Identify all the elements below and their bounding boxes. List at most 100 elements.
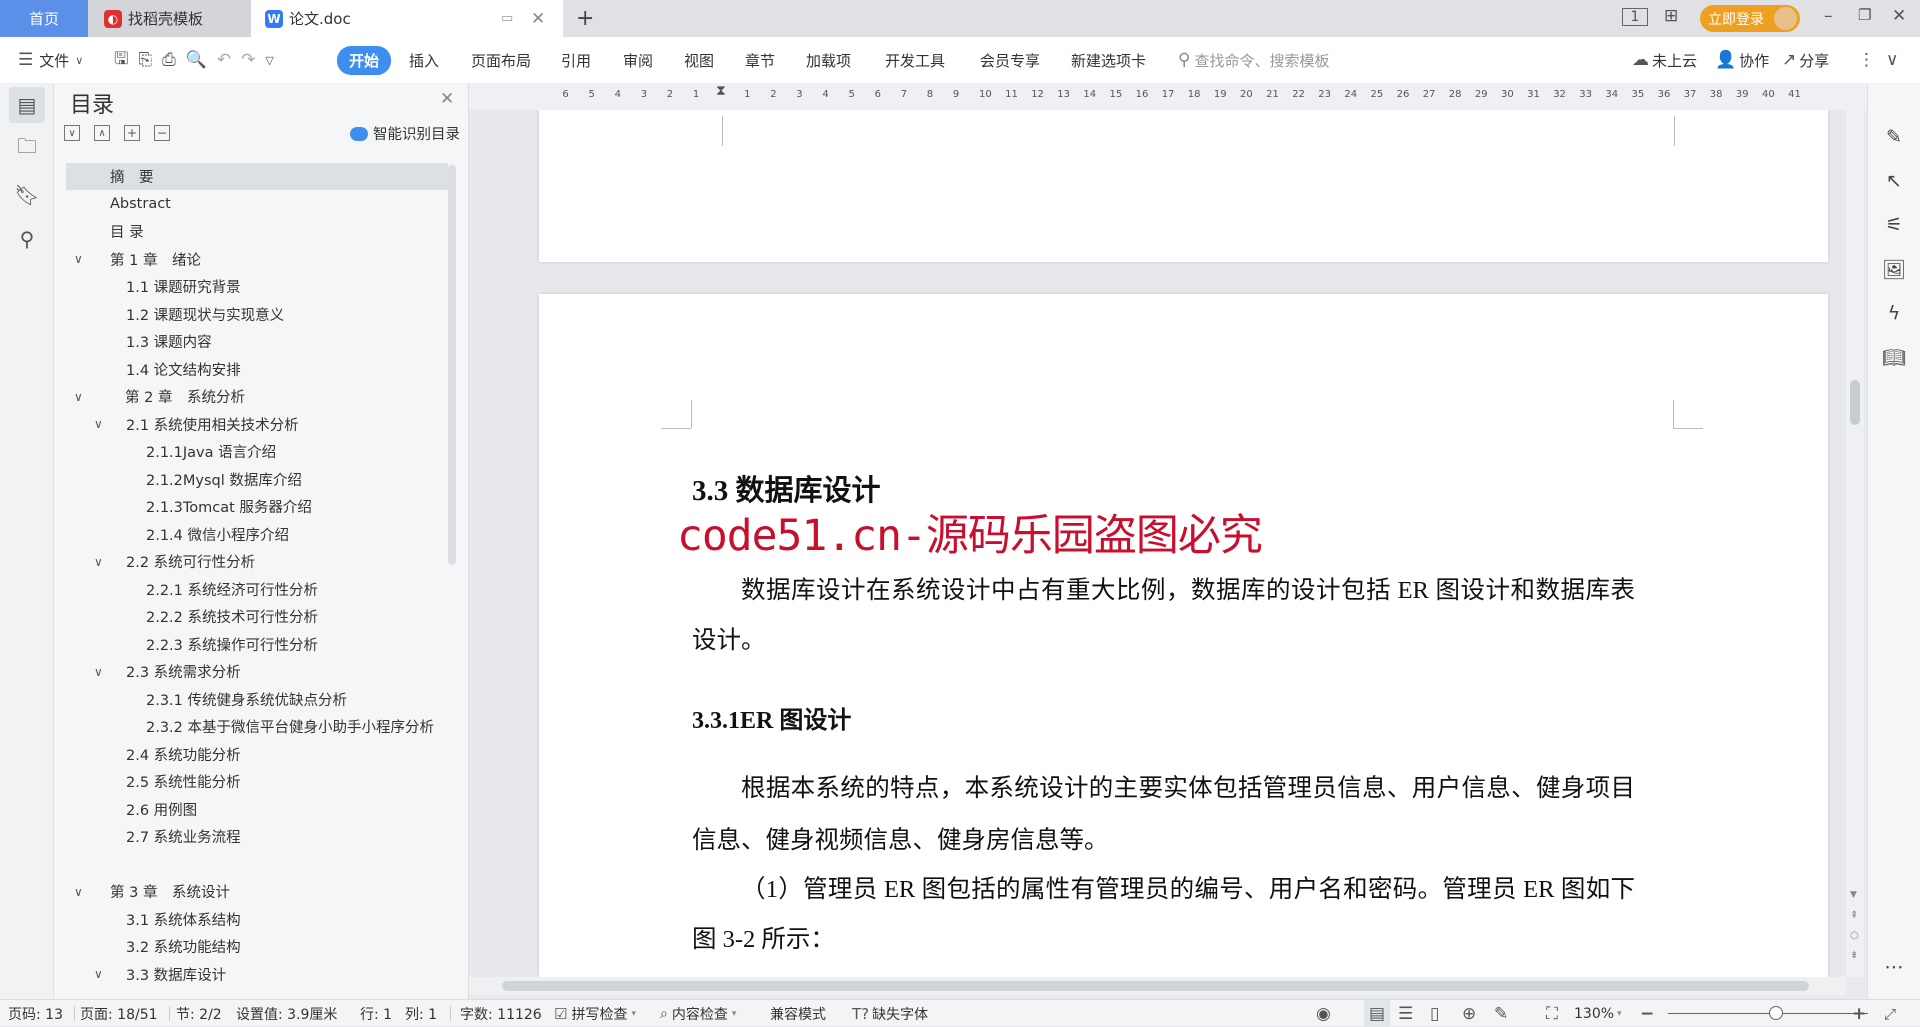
- horizontal-ruler[interactable]: 6 5 4 3 2 1 1 2 3 4 5 6 7 8 9 10 11 12 13 14 15 16 17 18 19 20 21 2…: [469, 83, 1867, 110]
- toc-item[interactable]: ∨ 第 2 章 系统分析: [66, 383, 448, 410]
- menu-developer[interactable]: 开发工具: [885, 37, 945, 83]
- menu-view[interactable]: 视图: [684, 37, 714, 83]
- share-button[interactable]: ↗ 分享: [1782, 37, 1829, 83]
- toc-item[interactable]: 2.5 系统性能分析: [66, 768, 448, 795]
- web-view-icon[interactable]: ⊕: [1462, 1000, 1476, 1027]
- minimize-icon[interactable]: –: [1824, 6, 1833, 26]
- save-icon[interactable]: 🖫: [114, 46, 128, 75]
- menu-references[interactable]: 引用: [561, 37, 591, 83]
- toc-item[interactable]: 2.3.1 传统健身系统优缺点分析: [66, 686, 448, 713]
- toc-item[interactable]: 3.1 系统体系结构: [66, 906, 448, 933]
- login-button[interactable]: 立即登录: [1700, 5, 1800, 32]
- toc-item[interactable]: ∨ 3.3 数据库设计: [66, 961, 448, 988]
- pin-icon[interactable]: ▭: [501, 11, 513, 26]
- collapse-ribbon-button[interactable]: ∨: [1886, 37, 1898, 83]
- prev-page-icon[interactable]: ⇞: [1850, 910, 1858, 921]
- collapse-all-icon[interactable]: ∧: [94, 125, 110, 141]
- toc-item[interactable]: 2.1.4 微信小程序介绍: [66, 521, 448, 548]
- layout-icon[interactable]: 1: [1622, 8, 1648, 26]
- book-icon[interactable]: 📖︎: [1880, 343, 1908, 371]
- toc-item[interactable]: 2.7 系统业务流程: [66, 823, 448, 850]
- expand-chevron-icon[interactable]: ∨: [94, 417, 103, 431]
- document-canvas[interactable]: 3.3 数据库设计 code51.cn-源码乐园盗图必究 数据库设计在系统设计中…: [469, 110, 1846, 977]
- toc-item[interactable]: ∨ 2.2 系统可行性分析: [66, 548, 448, 575]
- page-view-icon[interactable]: ▤: [1364, 1000, 1390, 1027]
- zoom-in-icon[interactable]: +: [1852, 1000, 1866, 1027]
- expand-chevron-icon[interactable]: ∨: [74, 885, 83, 899]
- file-menu[interactable]: ☰ 文件 ∨: [18, 37, 83, 83]
- toc-item[interactable]: 1.2 课题现状与实现意义: [66, 301, 448, 328]
- close-tab-icon[interactable]: ✕: [531, 9, 545, 29]
- smart-toc-button[interactable]: 智能识别目录: [350, 123, 460, 144]
- redo-icon[interactable]: ↷: [241, 50, 255, 70]
- toc-item[interactable]: ∨ 第 1 章 绪论: [66, 246, 448, 273]
- toc-panel-icon[interactable]: ▤: [9, 87, 45, 123]
- add-heading-icon[interactable]: +: [124, 125, 140, 141]
- vertical-scrollbar[interactable]: ▼ ⇞ ○ ⇟: [1846, 110, 1864, 977]
- cursor-icon[interactable]: ↖: [1880, 167, 1908, 195]
- tab-home[interactable]: 首页: [0, 0, 88, 37]
- menu-addins[interactable]: 加载项: [806, 37, 851, 83]
- expand-chevron-icon[interactable]: ∨: [94, 555, 103, 569]
- tab-templates[interactable]: ◐ 找稻壳模板: [88, 0, 251, 37]
- horizontal-scrollbar[interactable]: [469, 977, 1846, 995]
- print-preview-icon[interactable]: 🔍: [186, 50, 207, 70]
- missing-font-button[interactable]: T? 缺失字体: [852, 1000, 928, 1027]
- toc-item[interactable]: ∨ 2.3 系统需求分析: [66, 658, 448, 685]
- print-icon[interactable]: ⎙: [162, 50, 176, 70]
- menu-insert[interactable]: 插入: [409, 37, 439, 83]
- collab-button[interactable]: 👤 协作: [1715, 37, 1769, 83]
- outline-view-icon[interactable]: ☰: [1398, 1000, 1413, 1027]
- toc-item[interactable]: ∨ 2.1 系统使用相关技术分析: [66, 411, 448, 438]
- expand-chevron-icon[interactable]: ∨: [94, 665, 103, 679]
- lightning-icon[interactable]: ϟ: [1880, 299, 1908, 327]
- menu-start[interactable]: 开始: [337, 37, 392, 83]
- toc-scrollbar[interactable]: [448, 165, 456, 565]
- content-check-button[interactable]: ⌕ 内容检查 ▾: [660, 1000, 736, 1027]
- expand-all-icon[interactable]: ∨: [64, 125, 80, 141]
- menu-member[interactable]: 会员专享: [980, 37, 1040, 83]
- toc-item[interactable]: 1.4 论文结构安排: [66, 356, 448, 383]
- restore-icon[interactable]: ❐: [1858, 6, 1871, 24]
- expand-chevron-icon[interactable]: ∨: [74, 252, 83, 266]
- zoom-slider[interactable]: [1668, 1006, 1868, 1020]
- toc-item[interactable]: 2.1.3Tomcat 服务器介绍: [66, 493, 448, 520]
- bookmark-icon[interactable]: 🔖︎: [9, 177, 45, 213]
- zoom-out-icon[interactable]: −: [1640, 1000, 1654, 1027]
- indent-marker[interactable]: ⧗: [716, 83, 726, 99]
- toc-item[interactable]: 2.1.2Mysql 数据库介绍: [66, 466, 448, 493]
- remove-heading-icon[interactable]: −: [154, 125, 170, 141]
- cloud-status-button[interactable]: ☁ 未上云: [1632, 37, 1697, 83]
- toc-item[interactable]: 2.3.2 本基于微信平台健身小助手小程序分析: [66, 713, 448, 740]
- toc-item[interactable]: 3.2 系统功能结构: [66, 933, 448, 960]
- toc-item[interactable]: 2.4 系统功能分析: [66, 741, 448, 768]
- next-page-icon[interactable]: ⇟: [1850, 950, 1858, 961]
- sliders-icon[interactable]: ⚟: [1880, 211, 1908, 239]
- toc-item[interactable]: 2.2.2 系统技术可行性分析: [66, 603, 448, 630]
- apps-grid-icon[interactable]: ⊞: [1664, 6, 1678, 26]
- close-panel-icon[interactable]: ✕: [440, 89, 454, 109]
- toc-item[interactable]: 2.1.1Java 语言介绍: [66, 438, 448, 465]
- scroll-thumb[interactable]: [1850, 380, 1860, 425]
- select-browse-icon[interactable]: ○: [1850, 930, 1859, 941]
- zoom-slider-thumb[interactable]: [1768, 1006, 1783, 1020]
- expand-chevron-icon[interactable]: ∨: [74, 390, 83, 404]
- toc-item[interactable]: 2.6 用例图: [66, 796, 448, 823]
- pen-icon[interactable]: ✎: [1880, 123, 1908, 151]
- customize-icon[interactable]: ▽: [265, 54, 273, 67]
- scroll-down-icon[interactable]: ▼: [1850, 890, 1857, 900]
- command-search[interactable]: ⚲ 查找命令、搜索模板: [1178, 37, 1329, 83]
- toc-item[interactable]: 1.1 课题研究背景: [66, 273, 448, 300]
- expand-chevron-icon[interactable]: ∨: [94, 967, 103, 981]
- toc-item[interactable]: 1.3 课题内容: [66, 328, 448, 355]
- toc-item[interactable]: Abstract: [66, 191, 448, 218]
- menu-new-tab[interactable]: 新建选项卡: [1071, 37, 1146, 83]
- write-view-icon[interactable]: ✎: [1494, 1000, 1508, 1027]
- toc-item[interactable]: ∨ 第 3 章 系统设计: [66, 878, 448, 905]
- toc-item[interactable]: 目 录: [66, 218, 448, 245]
- toc-item[interactable]: 2.2.1 系统经济可行性分析: [66, 576, 448, 603]
- image-icon[interactable]: 🖼︎: [1880, 255, 1908, 283]
- fit-page-icon[interactable]: ⛶: [1546, 1000, 1558, 1027]
- toc-item[interactable]: 摘 要: [66, 163, 448, 190]
- eye-protection-icon[interactable]: ◉: [1316, 1000, 1331, 1027]
